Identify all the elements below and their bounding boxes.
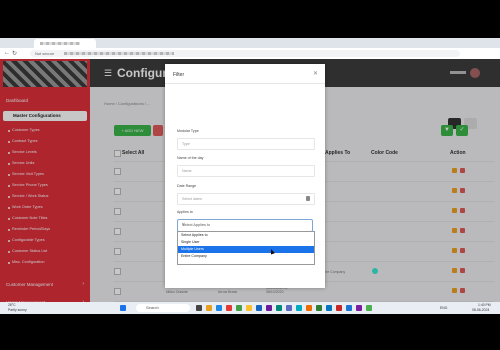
reload-icon[interactable]: ↻ <box>12 50 17 57</box>
taskbar-search[interactable]: Search <box>136 304 190 312</box>
divider <box>165 83 325 84</box>
not-secure-label: Not secure <box>35 51 55 56</box>
app-icon[interactable] <box>336 305 342 311</box>
language-indicator[interactable]: ENG <box>440 306 447 310</box>
chrome-icon[interactable] <box>246 305 252 311</box>
filter-modal: Filter ✕ Modular Type Type Name of the d… <box>165 64 325 288</box>
clock-time[interactable]: 1:40 PM <box>478 303 491 307</box>
windows-start-icon[interactable] <box>120 305 126 311</box>
app-icon[interactable] <box>346 305 352 311</box>
dropdown-option[interactable]: Select Applies to <box>178 232 314 239</box>
app-icon[interactable] <box>286 305 292 311</box>
app-icon[interactable] <box>356 305 362 311</box>
url-blurred <box>64 52 174 55</box>
clock-date[interactable]: 08-06-2024 <box>472 308 489 312</box>
modal-title: Filter <box>173 72 185 78</box>
app-icon[interactable] <box>236 305 242 311</box>
field-label: Modular Type <box>177 129 199 133</box>
app-icon[interactable] <box>306 305 312 311</box>
browser-tab[interactable] <box>34 39 96 48</box>
app-icon[interactable] <box>276 305 282 311</box>
app-icon[interactable] <box>326 305 332 311</box>
app-icon[interactable] <box>366 305 372 311</box>
app-icon[interactable] <box>226 305 232 311</box>
field-value: Type <box>182 142 190 146</box>
field-label: Date Range <box>177 184 197 188</box>
field-label: Applies to <box>177 210 193 214</box>
url-field[interactable]: Not secure <box>30 50 460 57</box>
app-icon[interactable] <box>266 305 272 311</box>
weather-text: Partly sunny <box>8 308 27 312</box>
type-field[interactable]: Type <box>177 138 315 150</box>
date-range-field[interactable]: Select dates <box>177 193 315 205</box>
edge-icon[interactable] <box>216 305 222 311</box>
applies-to-dropdown: Select Applies to Single User Multiple U… <box>177 231 315 265</box>
file-explorer-icon[interactable] <box>206 305 212 311</box>
browser-tabbar <box>0 38 500 48</box>
app-icon[interactable] <box>256 305 262 311</box>
app-icon[interactable] <box>296 305 302 311</box>
calendar-icon[interactable] <box>306 196 310 201</box>
app-icon[interactable] <box>316 305 322 311</box>
field-label: Name of the day <box>177 156 204 160</box>
chevron-down-icon: ˅ <box>182 222 185 228</box>
close-icon[interactable]: ✕ <box>313 70 318 77</box>
back-icon[interactable]: ← <box>4 50 10 56</box>
dropdown-option[interactable]: Single User <box>178 239 314 246</box>
name-field[interactable]: Name <box>177 165 315 177</box>
tab-title-blurred <box>40 42 80 45</box>
dropdown-option[interactable]: Entire Company <box>178 253 314 260</box>
dropdown-option-selected[interactable]: Multiple Users <box>178 246 314 253</box>
field-value: Name <box>182 169 192 173</box>
task-view-icon[interactable] <box>196 305 202 311</box>
screen: ← ↻ Not secure Dashboard Master Configur… <box>0 38 500 314</box>
field-value: Select dates <box>182 197 202 201</box>
taskbar: 28°C Partly sunny Search ENG 1:40 PM 08-… <box>0 302 500 314</box>
weather-temp[interactable]: 28°C <box>8 303 16 307</box>
